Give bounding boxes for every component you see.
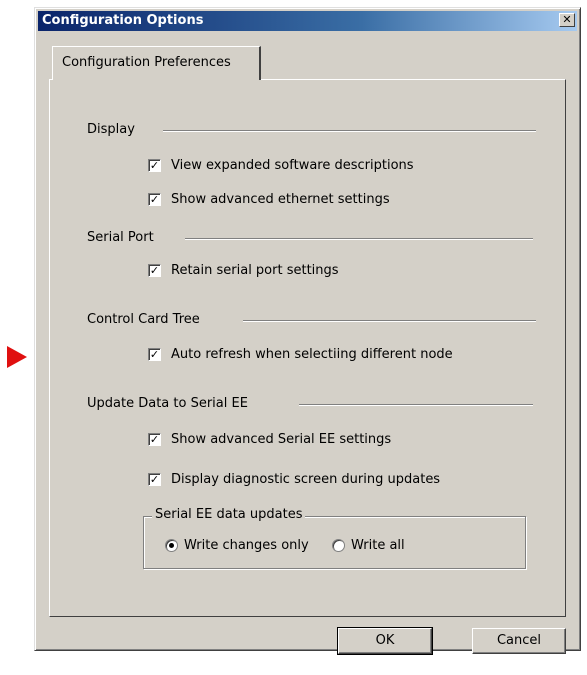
option-label[interactable]: Display diagnostic screen during updates [171, 472, 440, 487]
checkbox-display-diagnostic[interactable]: ✓ [148, 473, 161, 486]
section-divider [299, 404, 533, 406]
close-button[interactable]: ✕ [559, 13, 575, 27]
checkbox-retain-serial-port[interactable]: ✓ [148, 264, 161, 277]
check-icon: ✓ [149, 433, 160, 446]
section-update-serial-ee-label: Update Data to Serial EE [87, 396, 248, 411]
check-icon: ✓ [149, 348, 160, 361]
option-label[interactable]: Retain serial port settings [171, 263, 339, 278]
section-control-card-tree-label: Control Card Tree [87, 312, 200, 327]
option-label[interactable]: Show advanced ethernet settings [171, 192, 390, 207]
section-divider [185, 238, 533, 240]
option-label[interactable]: Auto refresh when selectiing different n… [171, 347, 453, 362]
group-title: Serial EE data updates [152, 507, 306, 522]
check-icon: ✓ [149, 159, 160, 172]
checkbox-show-advanced-serial-ee[interactable]: ✓ [148, 433, 161, 446]
radio-label[interactable]: Write all [351, 538, 405, 553]
option-label[interactable]: Show advanced Serial EE settings [171, 432, 391, 447]
checkbox-show-advanced-ethernet[interactable]: ✓ [148, 193, 161, 206]
title-bar[interactable]: Configuration Options ✕ [38, 11, 577, 31]
radio-selected-dot [169, 543, 174, 548]
checkbox-view-expanded[interactable]: ✓ [148, 159, 161, 172]
close-icon: ✕ [562, 13, 572, 26]
ok-button[interactable]: OK [337, 627, 433, 655]
check-icon: ✓ [149, 473, 160, 486]
section-serial-port-label: Serial Port [87, 230, 154, 245]
check-icon: ✓ [149, 193, 160, 206]
section-display-label: Display [87, 122, 135, 137]
option-label[interactable]: View expanded software descriptions [171, 158, 414, 173]
radio-write-changes-only[interactable] [165, 539, 178, 552]
configuration-options-dialog: Configuration Options ✕ Configuration Pr… [34, 7, 581, 655]
checkbox-auto-refresh[interactable]: ✓ [148, 348, 161, 361]
section-divider [163, 130, 536, 132]
window-title: Configuration Options [42, 13, 204, 28]
check-icon: ✓ [149, 264, 160, 277]
radio-write-all[interactable] [332, 539, 345, 552]
radio-label[interactable]: Write changes only [184, 538, 309, 553]
cancel-button[interactable]: Cancel [472, 628, 566, 654]
tab-label: Configuration Preferences [62, 55, 231, 70]
red-triangle-pointer-icon [7, 346, 27, 368]
tab-configuration-preferences[interactable]: Configuration Preferences [52, 46, 261, 80]
section-divider [243, 320, 536, 322]
